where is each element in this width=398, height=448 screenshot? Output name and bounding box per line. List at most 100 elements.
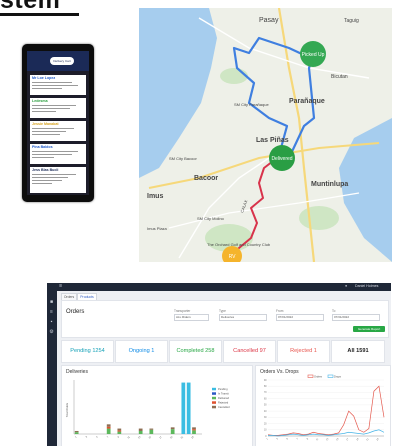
bar (106, 428, 111, 434)
legend-item: Cancelled (218, 405, 230, 409)
place-bacoor: Bacoor (194, 175, 218, 182)
x-tick-label: 19 (169, 435, 173, 439)
title-underline (0, 13, 79, 16)
stat-completed[interactable]: Completed 258 (169, 340, 222, 363)
legend-swatch (212, 405, 216, 409)
bar (192, 430, 196, 434)
x-tick-label: 19 (356, 438, 360, 442)
home-icon[interactable]: ■ (49, 300, 54, 305)
x-tick-label: 7 (106, 435, 110, 439)
legend-swatch (212, 392, 216, 395)
bar (117, 430, 122, 432)
filter-label: Transporter (174, 309, 191, 313)
x-tick-label: 7 (297, 438, 300, 441)
orders-vs-drops-chart: 01020304050607080901 3 5 7 9 11 13 15 17 19 21 23Or… (264, 374, 385, 442)
card-line (32, 131, 66, 132)
legend-swatch (307, 374, 314, 378)
card-line (32, 180, 62, 181)
delivery-card-title: Jessie Manabat (32, 122, 59, 126)
bar (106, 426, 111, 429)
delivery-card[interactable]: Ledesma (30, 98, 86, 118)
place-sm-city: SM City Molino (197, 216, 225, 221)
place-pasay: Pasay (259, 17, 279, 24)
filter-label: Type (219, 309, 226, 313)
bell-icon[interactable]: ● (345, 284, 347, 288)
place-imus-plaza: Imus Plaza (147, 226, 168, 231)
place-muntinlupa: Muntinlupa (311, 181, 348, 188)
place-paranaque: Parañaque (289, 98, 325, 105)
legend-swatch (327, 374, 334, 378)
type-select[interactable]: Deliveries (219, 314, 267, 321)
bar (117, 428, 122, 431)
delivery-card[interactable]: Jess Blas Bucli (30, 167, 86, 193)
bar (192, 427, 196, 430)
bar (138, 430, 143, 434)
delivery-card[interactable]: Pina Baldos (30, 144, 86, 164)
phone-mockup: Delivery Cart Mr Loe Lopez Ledesma Jessi… (22, 44, 94, 202)
menu-icon[interactable]: ☰ (59, 284, 62, 288)
from-date-input[interactable]: 07/01/2022 (276, 314, 324, 321)
place-imus: Imus (147, 193, 163, 200)
phone-header-button[interactable]: Delivery Cart (50, 57, 74, 65)
bar (170, 429, 175, 434)
bar (74, 432, 79, 434)
delivery-card-title: Ledesma (32, 99, 48, 103)
bar (138, 428, 143, 431)
legend-item: Pending (218, 387, 228, 391)
card-line (32, 128, 74, 129)
card-line (32, 174, 76, 175)
bar (149, 429, 154, 434)
stat-cancelled[interactable]: Cancelled 97 (223, 340, 276, 363)
y-tick-label: 30 (264, 417, 267, 419)
generate-report-button[interactable]: Generate Report (353, 326, 385, 332)
filter-label: To (332, 309, 336, 313)
x-tick-label: 21 (366, 438, 370, 442)
y-tick-label: 90 (264, 380, 267, 382)
origin-label: RV (229, 254, 237, 260)
bar (181, 382, 186, 434)
y-tick-label: 60 (264, 398, 267, 400)
stat-pending[interactable]: Pending 1254 (61, 340, 114, 363)
to-date-input[interactable]: 07/31/2022 (332, 314, 380, 321)
list-icon[interactable]: ≡ (49, 310, 54, 315)
transporter-select[interactable]: ALL Riders (174, 314, 209, 321)
card-line (32, 111, 56, 112)
park-area (220, 68, 248, 84)
x-tick-label: 11 (127, 435, 131, 439)
x-tick-label: 17 (159, 435, 163, 439)
stat-ongoing[interactable]: Ongoing 1 (115, 340, 168, 363)
bar (117, 431, 122, 434)
stat-rejected[interactable]: Rejected 1 (277, 340, 330, 363)
bar (74, 430, 79, 433)
user-name[interactable]: Daniel Holmes (355, 284, 378, 288)
delivery-card[interactable]: Mr Loe Lopez (30, 75, 86, 95)
deliveries-panel: Deliveries Total Orders 1 3 5 7 9 11 13 15 17 19 21… (61, 365, 253, 446)
bar (149, 428, 154, 430)
x-tick-label: 17 (346, 438, 350, 442)
truck-icon[interactable]: ▪ (49, 320, 54, 325)
x-tick-label: 1 (74, 435, 78, 439)
x-tick-label: 11 (316, 438, 320, 442)
legend-item: Delivered (218, 396, 230, 400)
phone-header: Delivery Cart (27, 51, 89, 71)
x-tick-label: 9 (117, 435, 121, 439)
bar (186, 382, 191, 434)
y-tick-label: 70 (264, 392, 267, 394)
delivery-card-title: Pina Baldos (32, 145, 53, 149)
card-line (32, 134, 60, 135)
place-las-pinas: Las Piñas (256, 137, 289, 144)
settings-icon[interactable]: ⚙ (49, 330, 54, 335)
delivered-label: Delivered (271, 156, 292, 162)
bar (192, 429, 196, 431)
x-tick-label: 23 (191, 435, 195, 439)
place-bicutan: Bicutan (331, 74, 348, 80)
x-tick-label: 23 (376, 438, 380, 442)
delivery-card[interactable]: Jessie Manabat (30, 121, 86, 141)
x-tick-label: 3 (276, 438, 279, 441)
sidebar: ■ ≡ ▪ ⚙ (47, 291, 57, 446)
place-city-mall: SM City Parañaque (234, 102, 269, 107)
delivery-card-title: Jess Blas Bucli (32, 168, 59, 172)
delivery-map[interactable]: Picked Up Delivered RV Pasay Parañaque L… (139, 8, 392, 262)
stat-all[interactable]: All 1591 (331, 340, 385, 363)
card-line (32, 105, 76, 106)
